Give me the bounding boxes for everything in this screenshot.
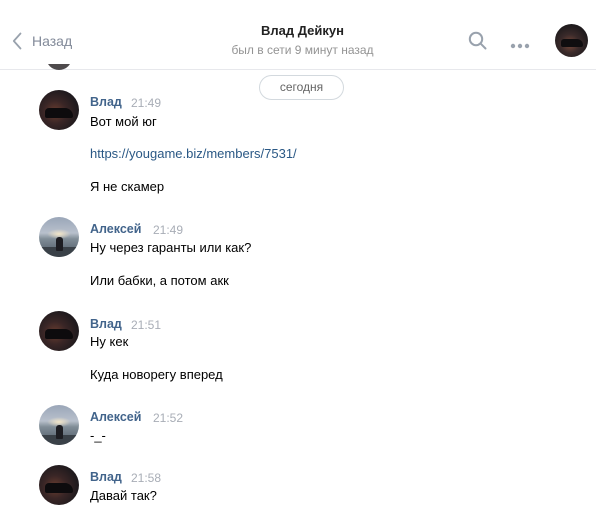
message-text: Давай так? [90, 488, 157, 503]
avatar-image [45, 483, 73, 493]
chat-title-block[interactable]: Влад Дейкун был в сети 9 минут назад [170, 22, 435, 59]
message-author[interactable]: Алексей [90, 222, 141, 236]
chat-header: Назад Влад Дейкун был в сети 9 минут наз… [0, 0, 596, 70]
message-text: Я не скамер [90, 179, 165, 194]
avatar[interactable] [39, 311, 79, 351]
message-time: 21:49 [131, 96, 162, 110]
date-divider: сегодня [259, 75, 344, 100]
avatar-image [45, 329, 73, 339]
more-dots-icon[interactable] [510, 37, 530, 55]
chevron-left-icon [12, 32, 22, 50]
avatar[interactable] [39, 465, 79, 505]
back-label: Назад [32, 33, 73, 49]
message-time: 21:52 [153, 411, 184, 425]
header-avatar[interactable] [555, 24, 588, 57]
search-icon[interactable] [468, 31, 488, 56]
message-link[interactable]: https://yougame.biz/members/7531/ [90, 146, 297, 161]
avatar[interactable] [39, 90, 79, 130]
message-time: 21:49 [153, 223, 184, 237]
message-text: Куда новорегу вперед [90, 367, 223, 382]
avatar-image [56, 237, 63, 251]
avatar-image [561, 39, 583, 47]
message-text: Ну через гаранты или как? [90, 240, 252, 255]
message-time: 21:58 [131, 471, 162, 485]
message-author[interactable]: Влад [90, 317, 122, 331]
chat-title: Влад Дейкун [261, 23, 344, 38]
avatar[interactable] [39, 405, 79, 445]
message-author[interactable]: Влад [90, 470, 122, 484]
message-text: Ну кек [90, 334, 129, 349]
message-text: -_- [90, 428, 106, 443]
online-status: был в сети 9 минут назад [231, 43, 374, 57]
message-text: Или бабки, а потом акк [90, 273, 229, 288]
message-author[interactable]: Алексей [90, 410, 141, 424]
message-author[interactable]: Влад [90, 95, 122, 109]
message-text: Вот мой юг [90, 114, 157, 129]
message-time: 21:51 [131, 318, 162, 332]
avatar-image [56, 425, 63, 439]
avatar-image [45, 108, 73, 118]
avatar[interactable] [39, 217, 79, 257]
back-button[interactable]: Назад [12, 22, 72, 60]
